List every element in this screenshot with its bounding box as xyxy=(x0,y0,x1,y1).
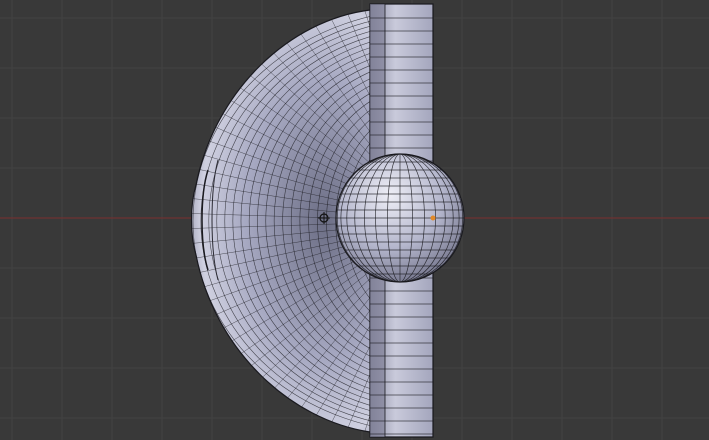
origin-dot-icon[interactable] xyxy=(430,215,436,221)
viewport-canvas[interactable] xyxy=(0,0,709,440)
sphere-wireframe xyxy=(336,154,464,282)
uv-sphere-mesh[interactable] xyxy=(335,153,465,283)
3d-viewport[interactable] xyxy=(0,0,709,440)
